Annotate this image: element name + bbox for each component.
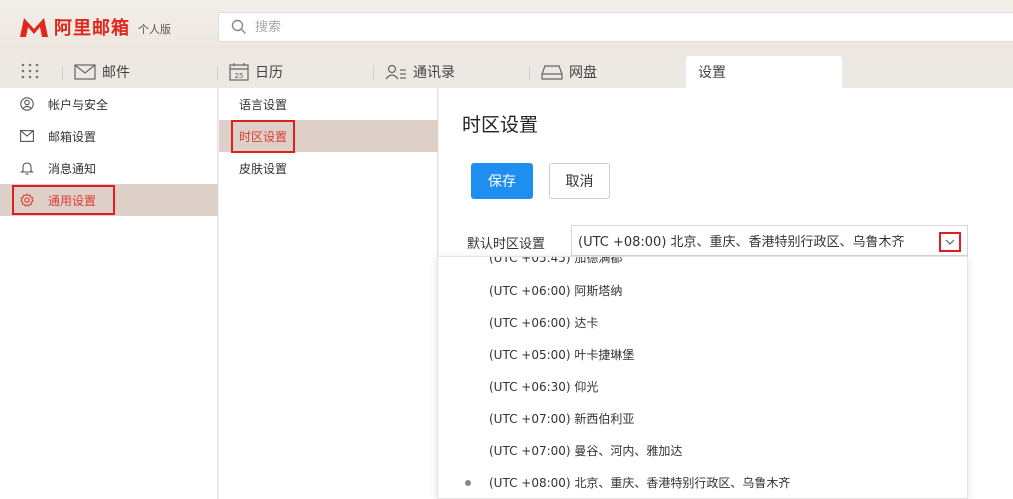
page-title: 时区设置 [462, 114, 539, 136]
nav-item-account-security[interactable]: 帐户与安全 [0, 88, 218, 120]
aliyun-mail-logo-icon [20, 18, 48, 37]
timezone-option-label: (UTC +05:00) 叶卡捷琳堡 [489, 347, 635, 362]
timezone-option-selected[interactable]: (UTC +08:00) 北京、重庆、香港特别行政区、乌鲁木齐 [438, 466, 967, 498]
general-settings-subnav: 语言设置 时区设置 皮肤设置 [219, 88, 438, 499]
calendar-icon: 25 [229, 63, 249, 81]
timezone-option[interactable]: (UTC +05:45) 加德满都 [438, 256, 967, 273]
timezone-option-label: (UTC +06:30) 仰光 [489, 379, 599, 394]
tab-separator [373, 66, 374, 80]
logo-text: 阿里邮箱 [54, 18, 130, 39]
tab-label: 通讯录 [413, 65, 455, 81]
highlight-box [231, 120, 295, 153]
top-header: 阿里邮箱 个人版 [0, 0, 1013, 54]
timezone-option-label: (UTC +05:45) 加德满都 [489, 256, 623, 265]
nav-item-label: 消息通知 [48, 161, 97, 176]
nav-item-label: 帐户与安全 [48, 97, 109, 112]
apps-grid-icon[interactable] [21, 63, 39, 79]
search-box[interactable] [218, 12, 1013, 42]
user-icon [20, 97, 34, 111]
tab-contacts[interactable]: 通讯录 [373, 56, 455, 88]
timezone-option[interactable]: (UTC +05:00) 叶卡捷琳堡 [438, 338, 967, 370]
search-input[interactable] [255, 15, 955, 39]
logo-edition: 个人版 [138, 22, 171, 36]
calendar-icon-date: 25 [235, 72, 244, 80]
timezone-option-label: (UTC +07:00) 曼谷、河内、雅加达 [489, 443, 683, 458]
subnav-item-label: 语言设置 [239, 97, 288, 112]
timezone-option[interactable]: (UTC +06:00) 达卡 [438, 306, 967, 338]
timezone-option[interactable]: (UTC +07:00) 新西伯利亚 [438, 402, 967, 434]
contacts-icon [385, 64, 406, 80]
highlight-box [12, 185, 115, 215]
tab-settings[interactable]: 设置 [686, 56, 842, 88]
timezone-option[interactable]: (UTC +07:00) 曼谷、河内、雅加达 [438, 434, 967, 466]
nav-item-label: 邮箱设置 [48, 129, 97, 144]
mail-icon [74, 64, 96, 80]
nav-item-mailbox-settings[interactable]: 邮箱设置 [0, 120, 218, 152]
timezone-select-value: (UTC +08:00) 北京、重庆、香港特别行政区、乌鲁木齐 [578, 235, 905, 250]
tab-label: 设置 [698, 65, 726, 81]
timezone-option-label: (UTC +08:00) 北京、重庆、香港特别行政区、乌鲁木齐 [489, 475, 791, 490]
timezone-dropdown-toggle[interactable] [939, 232, 961, 252]
timezone-option-label: (UTC +07:00) 新西伯利亚 [489, 411, 635, 426]
tab-calendar[interactable]: 25 日历 [217, 56, 283, 88]
drive-icon [541, 65, 563, 80]
timezone-option[interactable]: (UTC +06:00) 阿斯塔纳 [438, 274, 967, 306]
tab-label: 日历 [255, 65, 283, 81]
tab-drive[interactable]: 网盘 [529, 56, 597, 88]
mailbox-settings-icon [20, 130, 34, 142]
subnav-item-language[interactable]: 语言设置 [219, 88, 438, 120]
timezone-option-label: (UTC +06:00) 达卡 [489, 315, 599, 330]
settings-category-nav: 帐户与安全 邮箱设置 消息通知 通用设置 [0, 88, 218, 499]
cancel-button[interactable]: 取消 [549, 163, 610, 199]
tab-separator [529, 66, 530, 80]
subnav-item-label: 皮肤设置 [239, 161, 288, 176]
tab-label: 网盘 [569, 65, 597, 81]
tab-separator [217, 66, 218, 80]
timezone-dropdown-list[interactable]: (UTC +05:45) 加德满都 (UTC +06:00) 阿斯塔纳 (UTC… [437, 256, 968, 499]
chevron-down-icon [945, 239, 955, 245]
tab-label: 邮件 [102, 65, 130, 81]
subnav-item-skin[interactable]: 皮肤设置 [219, 152, 438, 184]
timezone-select[interactable]: (UTC +08:00) 北京、重庆、香港特别行政区、乌鲁木齐 [571, 225, 968, 256]
module-tab-bar: 邮件 25 日历 通讯录 网盘 设置 [0, 54, 1013, 88]
search-icon [231, 19, 246, 34]
timezone-field-label: 默认时区设置 [467, 237, 546, 252]
nav-item-notifications[interactable]: 消息通知 [0, 152, 218, 184]
selected-dot-icon [465, 480, 471, 486]
logo[interactable]: 阿里邮箱 个人版 [18, 14, 171, 40]
tab-mail[interactable]: 邮件 [62, 56, 130, 88]
bell-icon [20, 162, 34, 175]
timezone-option[interactable]: (UTC +06:30) 仰光 [438, 370, 967, 402]
timezone-option-label: (UTC +06:00) 阿斯塔纳 [489, 283, 623, 298]
tab-separator [62, 66, 63, 80]
save-button[interactable]: 保存 [471, 163, 533, 199]
